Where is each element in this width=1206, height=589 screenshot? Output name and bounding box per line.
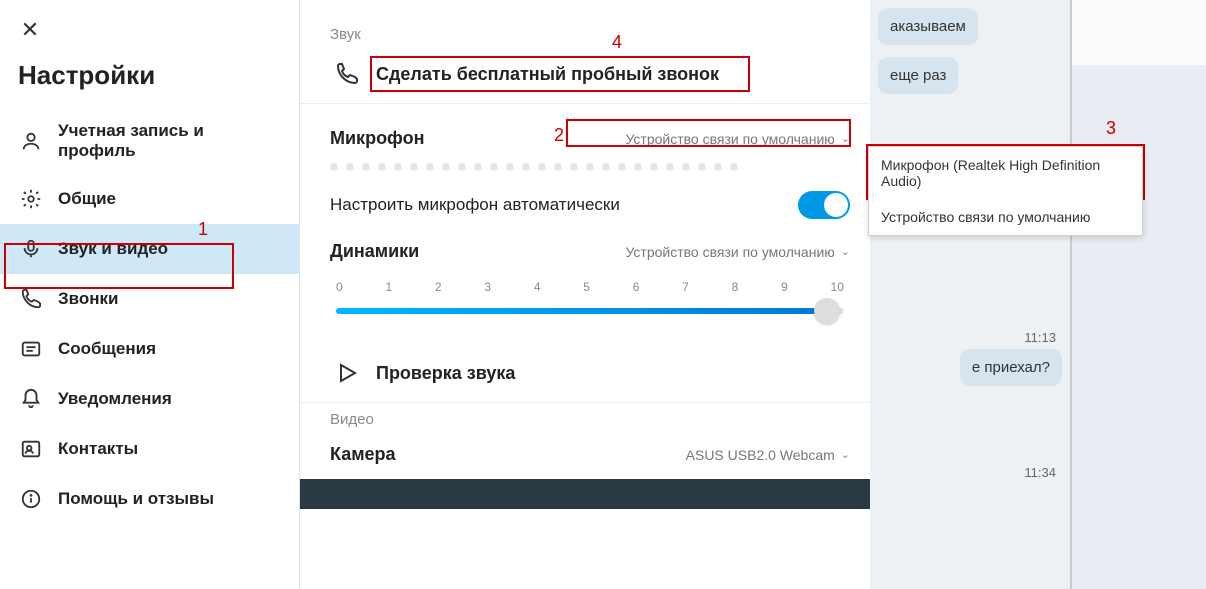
speakers-device-value: Устройство связи по умолчанию xyxy=(625,244,834,260)
sidebar-item-notifications[interactable]: Уведомления xyxy=(0,374,299,424)
close-icon[interactable]: ✕ xyxy=(10,10,50,50)
chevron-down-icon: ⌄ xyxy=(841,132,850,145)
section-sound-label: Звук xyxy=(330,26,850,43)
mic-device-menu: Микрофон (Realtek High Definition Audio)… xyxy=(868,146,1143,236)
sidebar-item-label: Звук и видео xyxy=(58,239,168,259)
chat-bubble: аказываем xyxy=(878,8,978,45)
chat-timestamp: 11:34 xyxy=(878,465,1056,480)
sidebar-item-label: Общие xyxy=(58,189,116,209)
slider-ticks: 012345678910 xyxy=(330,276,850,296)
sidebar-item-help[interactable]: Помощь и отзывы xyxy=(0,474,299,524)
annotation-number: 2 xyxy=(554,125,564,146)
test-sound-label: Проверка звука xyxy=(376,363,515,384)
chevron-down-icon: ⌄ xyxy=(841,448,850,461)
mic-device-option[interactable]: Микрофон (Realtek High Definition Audio) xyxy=(869,147,1142,199)
chat-pane: аказываем еще раз ls/467892/ 11:13 е при… xyxy=(870,0,1070,589)
sidebar-item-label: Учетная запись и профиль xyxy=(58,121,281,162)
chat-timestamp: 11:13 xyxy=(878,330,1056,345)
phone-icon xyxy=(18,286,44,312)
contacts-icon xyxy=(18,436,44,462)
annotation-number: 4 xyxy=(612,32,622,53)
settings-main: Звук Сделать бесплатный пробный звонок М… xyxy=(300,0,870,589)
test-sound-button[interactable]: Проверка звука xyxy=(330,352,850,394)
annotation-number: 1 xyxy=(198,219,208,240)
settings-sidebar: ✕ Настройки Учетная запись и профиль Общ… xyxy=(0,0,300,589)
camera-device-value: ASUS USB2.0 Webcam xyxy=(686,447,835,463)
test-call-label: Сделать бесплатный пробный звонок xyxy=(376,64,719,85)
chevron-down-icon: ⌄ xyxy=(841,245,850,258)
sidebar-item-label: Контакты xyxy=(58,439,138,459)
speakers-device-dropdown[interactable]: Устройство связи по умолчанию ⌄ xyxy=(625,244,850,260)
sidebar-item-contacts[interactable]: Контакты xyxy=(0,424,299,474)
section-video-label: Видео xyxy=(330,411,850,428)
bell-icon xyxy=(18,386,44,412)
message-icon xyxy=(18,336,44,362)
sidebar-item-account[interactable]: Учетная запись и профиль xyxy=(0,109,299,174)
annotation-number: 3 xyxy=(1106,118,1116,139)
person-icon xyxy=(18,128,44,154)
sidebar-item-general[interactable]: Общие xyxy=(0,174,299,224)
sidebar-item-messages[interactable]: Сообщения xyxy=(0,324,299,374)
auto-mic-label: Настроить микрофон автоматически xyxy=(330,195,620,215)
mic-device-value: Устройство связи по умолчанию xyxy=(625,131,834,147)
camera-device-dropdown[interactable]: ASUS USB2.0 Webcam ⌄ xyxy=(686,447,850,463)
sidebar-item-label: Сообщения xyxy=(58,339,156,359)
divider xyxy=(300,103,870,104)
sidebar-item-label: Звонки xyxy=(58,289,119,309)
sidebar-item-audio-video[interactable]: Звук и видео xyxy=(0,224,299,274)
mic-device-dropdown[interactable]: Устройство связи по умолчанию ⌄ xyxy=(625,131,850,147)
volume-slider[interactable]: 012345678910 xyxy=(330,270,850,322)
mic-device-option[interactable]: Устройство связи по умолчанию xyxy=(869,199,1142,235)
sidebar-item-label: Помощь и отзывы xyxy=(58,489,214,509)
slider-handle[interactable] xyxy=(814,298,840,324)
chat-bubble: е приехал? xyxy=(960,349,1062,386)
auto-mic-toggle[interactable] xyxy=(798,191,850,219)
sidebar-item-calls[interactable]: Звонки xyxy=(0,274,299,324)
divider xyxy=(300,402,870,403)
info-icon xyxy=(18,486,44,512)
play-icon xyxy=(334,360,360,386)
sidebar-title: Настройки xyxy=(0,50,299,109)
mic-label: Микрофон xyxy=(330,128,424,149)
chat-bubble: еще раз xyxy=(878,57,958,94)
phone-icon xyxy=(334,61,360,87)
mic-level-meter xyxy=(330,157,850,181)
gear-icon xyxy=(18,186,44,212)
camera-preview xyxy=(300,479,870,509)
camera-label: Камера xyxy=(330,444,396,465)
sidebar-item-label: Уведомления xyxy=(58,389,172,409)
microphone-icon xyxy=(18,236,44,262)
test-call-button[interactable]: Сделать бесплатный пробный звонок xyxy=(330,53,850,95)
background-pane xyxy=(1070,0,1206,589)
speakers-label: Динамики xyxy=(330,241,419,262)
